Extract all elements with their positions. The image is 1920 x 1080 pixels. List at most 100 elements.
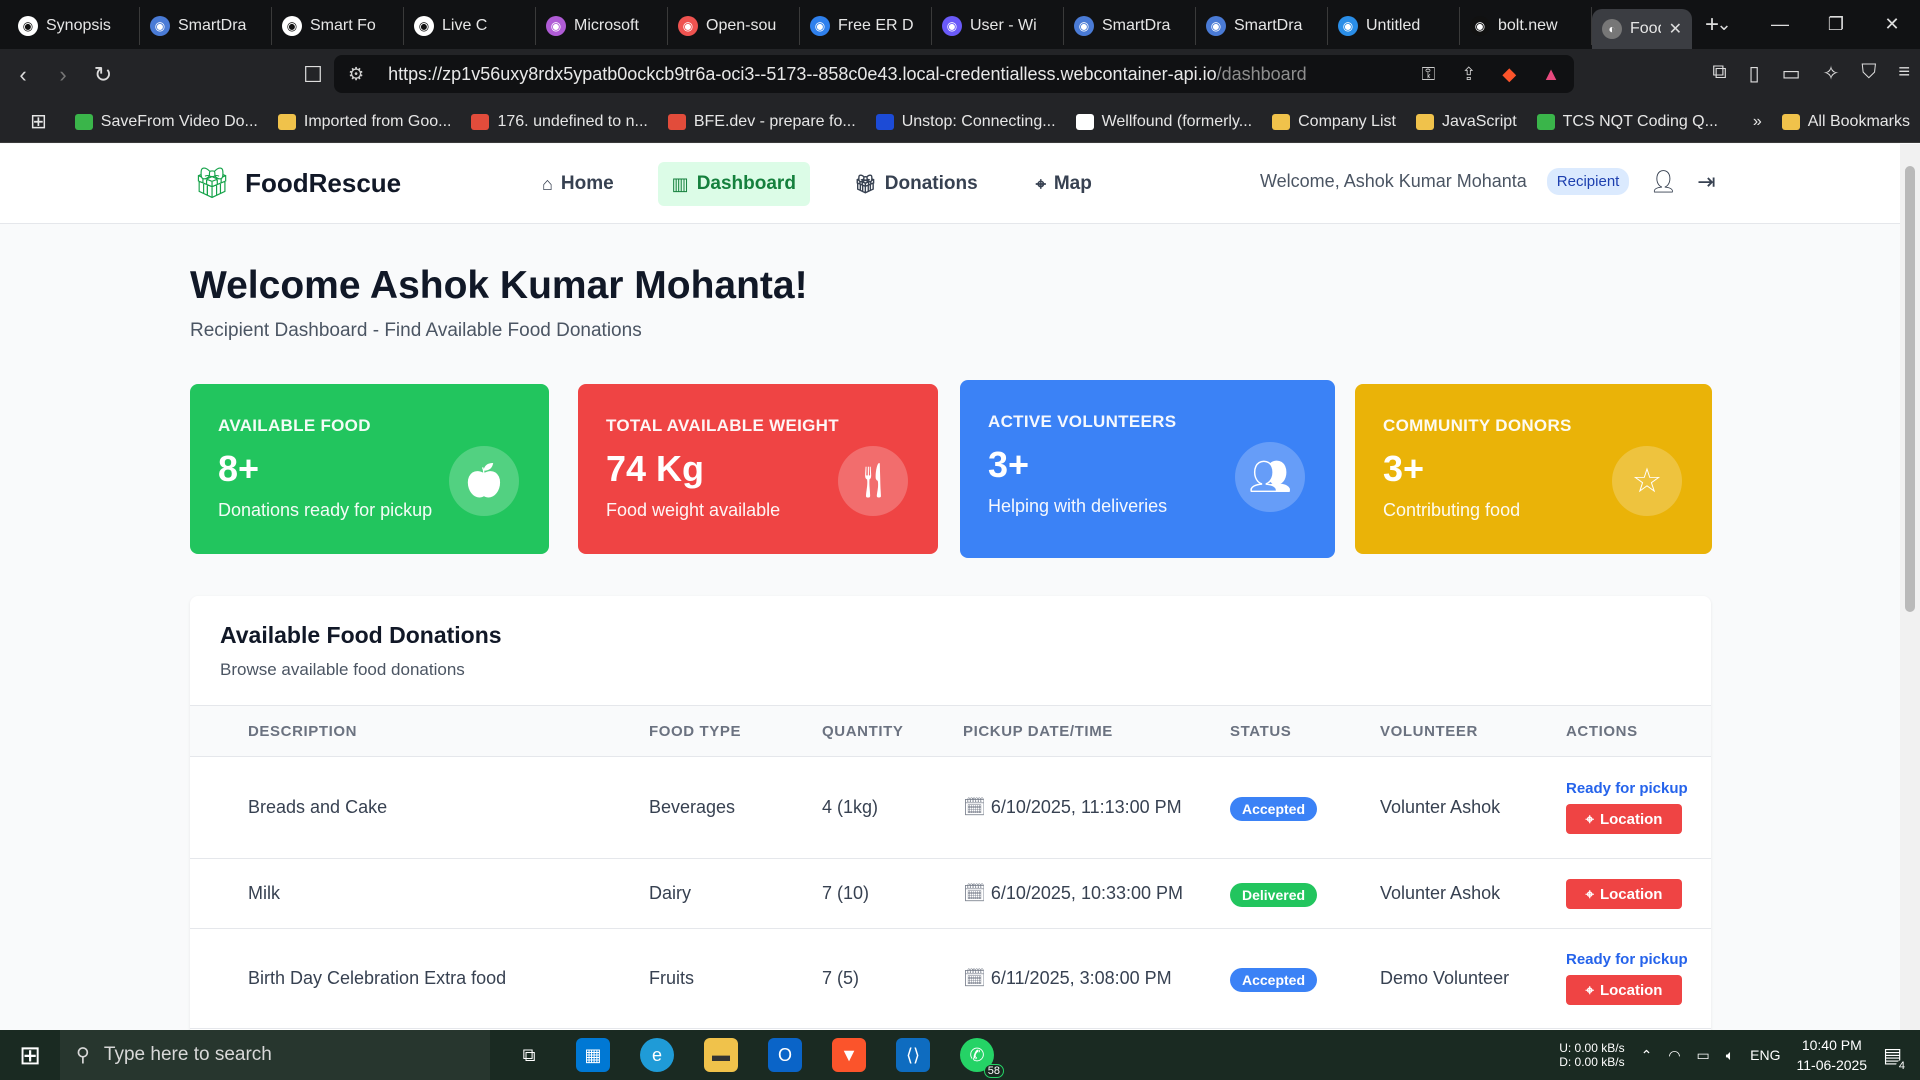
bookmark-item[interactable]: JavaScript xyxy=(1406,113,1527,131)
nav-map[interactable]: ⌖ Map xyxy=(1022,162,1106,206)
volume-icon[interactable]: 🔈︎ xyxy=(1726,1047,1734,1064)
table-header: DESCRIPTION FOOD TYPE QUANTITY PICKUP DATE/… xyxy=(190,705,1711,757)
browser-tab[interactable]: ◉ Untitled xyxy=(1328,6,1460,45)
bookmark-item[interactable]: Wellfound (formerly... xyxy=(1066,113,1263,131)
edge-icon[interactable]: e xyxy=(640,1038,674,1072)
nav-donations[interactable]: 🎁︎ Donations xyxy=(840,162,992,206)
browser-tab[interactable]: ◉ bolt.new xyxy=(1460,6,1592,45)
tab-active[interactable]: ◐ Food ✕ xyxy=(1592,9,1692,49)
bookmark-item[interactable]: 176. undefined to n... xyxy=(461,113,657,131)
location-button[interactable]: ⌖ Location xyxy=(1566,879,1682,909)
whatsapp-icon[interactable]: ✆ 58 xyxy=(960,1038,1004,1078)
donations-subtitle: Browse available food donations xyxy=(220,660,465,679)
share-icon[interactable]: ⇪ xyxy=(1461,64,1476,85)
key-icon[interactable]: ⚿ xyxy=(1422,64,1436,85)
bookmark-favicon-icon xyxy=(74,113,93,130)
search-placeholder: Type here to search xyxy=(103,1044,272,1065)
restore-button[interactable]: ❐ xyxy=(1808,14,1864,35)
stat-label: ACTIVE VOLUNTEERS xyxy=(988,412,1177,431)
taskbar-search[interactable]: ⚲ Type here to search xyxy=(60,1030,490,1080)
apps-icon[interactable]: ⊞ xyxy=(20,109,65,134)
vpn-icon[interactable]: ⛉ xyxy=(1861,61,1876,86)
browser-tab[interactable]: ◉ Microsoft xyxy=(536,6,668,45)
nav-home[interactable]: ⌂ Home xyxy=(528,162,628,206)
language-indicator[interactable]: ENG xyxy=(1750,1047,1780,1063)
browser-tab-bar: ◉ Synopsis ◉ SmartDra ◉ Smart Fo ◉ Live C ◉ Micro… xyxy=(0,0,1920,49)
user-icon[interactable]: 👤︎ xyxy=(1649,169,1677,195)
table-row: Birth Day Celebration Extra food Fruits 7 … xyxy=(190,929,1711,1029)
bookmark-label: Company List xyxy=(1298,112,1396,130)
bolt-icon: ◉ xyxy=(1470,15,1490,36)
scrollbar-thumb[interactable] xyxy=(1905,166,1915,612)
back-button[interactable]: ‹ xyxy=(6,62,40,88)
site-info-icon[interactable]: ⚙ xyxy=(348,64,364,85)
menu-icon[interactable]: ≡ xyxy=(1898,61,1910,86)
logout-icon[interactable]: ⇥ xyxy=(1697,169,1715,195)
sidebar-icon[interactable]: ▯ xyxy=(1749,61,1760,86)
minimize-button[interactable]: — xyxy=(1752,14,1808,35)
address-bar[interactable]: ⚙ https://zp1v56uxy8rdx5ypatb0ockcb9tr6a… xyxy=(334,55,1574,93)
chevron-up-icon[interactable]: ⌃ xyxy=(1641,1047,1653,1064)
wifi-icon[interactable]: ◠ xyxy=(1668,1047,1680,1064)
location-button[interactable]: ⌖ Location xyxy=(1566,804,1682,834)
all-bookmarks[interactable]: All Bookmarks xyxy=(1772,113,1920,131)
browser-tab[interactable]: ◉ SmartDra xyxy=(1064,6,1196,45)
browser-tab[interactable]: ◉ Live C xyxy=(404,6,536,45)
bookmark-item[interactable]: Company List xyxy=(1262,113,1406,131)
star-icon: ☆ xyxy=(1612,446,1682,516)
battery-icon[interactable]: ▭ xyxy=(1697,1047,1710,1064)
browser-tab[interactable]: ◉ Open-sou xyxy=(668,6,800,45)
browser-tab[interactable]: ◉ Smart Fo xyxy=(272,6,404,45)
folder-icon xyxy=(1781,113,1800,130)
leo-icon[interactable]: ✧ xyxy=(1823,61,1840,86)
gift-icon: 🎁︎ xyxy=(853,173,877,194)
location-label: Location xyxy=(1599,981,1663,999)
bookmark-item[interactable]: Unstop: Connecting... xyxy=(866,113,1066,131)
tab-title: SmartDra xyxy=(178,16,247,34)
vscode-icon[interactable]: ⟨⟩ xyxy=(896,1038,930,1072)
outlook-icon[interactable]: O xyxy=(768,1038,802,1072)
brave-rewards-icon[interactable]: ▲ xyxy=(1542,64,1560,85)
home-icon: ⌂ xyxy=(542,173,553,194)
location-button[interactable]: ⌖ Location xyxy=(1566,975,1682,1005)
chrome-icon: ◉ xyxy=(678,15,698,36)
browser-tab[interactable]: ◉ Synopsis xyxy=(8,6,140,45)
store-icon[interactable]: ▦ xyxy=(576,1038,610,1072)
browser-tab[interactable]: ◉ Free ER D xyxy=(800,6,932,45)
task-view-icon[interactable]: ⧉ xyxy=(512,1038,546,1072)
forward-button[interactable]: › xyxy=(46,62,80,88)
browser-tab[interactable]: ◉ User - Wi xyxy=(932,6,1064,45)
bookmark-item[interactable]: Imported from Goo... xyxy=(268,113,462,131)
browser-tab[interactable]: ◉ SmartDra xyxy=(1196,6,1328,45)
wallet-icon[interactable]: ▭ xyxy=(1782,61,1801,86)
cell-quantity: 7 (10) xyxy=(822,883,870,903)
column-header: DESCRIPTION xyxy=(248,723,358,740)
reload-button[interactable]: ↻ xyxy=(86,62,120,88)
file-explorer-icon[interactable]: ▬ xyxy=(704,1038,738,1072)
brave-icon[interactable]: ▼ xyxy=(832,1038,866,1072)
browser-tab[interactable]: ◉ SmartDra xyxy=(140,6,272,45)
close-tab-icon[interactable]: ✕ xyxy=(1669,19,1682,39)
page-scrollbar[interactable] xyxy=(1900,144,1920,1030)
cell-quantity: 4 (1kg) xyxy=(822,797,879,817)
bookmark-icon[interactable]: ☐ xyxy=(296,62,330,88)
cell-description: Breads and Cake xyxy=(248,797,388,817)
extensions-icon[interactable]: ⧉ xyxy=(1712,61,1726,86)
windows-start-icon[interactable]: ⊞ xyxy=(0,1040,60,1071)
brand[interactable]: 🎁︎ FoodRescue xyxy=(193,166,401,201)
bookmark-favicon-icon xyxy=(1415,113,1434,130)
clock[interactable]: 10:40 PM 11-06-2025 xyxy=(1797,1035,1868,1075)
bookmark-item[interactable]: TCS NQT Coding Q... xyxy=(1527,113,1728,131)
close-window-button[interactable]: ✕ xyxy=(1864,14,1920,35)
ready-for-pickup-link[interactable]: Ready for pickup xyxy=(1566,780,1688,797)
map-pin-icon: ⌖ xyxy=(1585,885,1594,903)
page-subtitle: Recipient Dashboard - Find Available Foo… xyxy=(190,320,642,341)
more-bookmarks-icon[interactable]: » xyxy=(1743,113,1772,131)
brave-shield-icon[interactable]: ◆ xyxy=(1502,64,1516,85)
nav-dashboard[interactable]: ▥ Dashboard xyxy=(657,162,810,206)
bookmark-item[interactable]: SaveFrom Video Do... xyxy=(65,113,268,131)
tab-search-icon[interactable]: ⌄ xyxy=(1696,14,1752,35)
bookmark-item[interactable]: BFE.dev - prepare fo... xyxy=(658,113,866,131)
ready-for-pickup-link[interactable]: Ready for pickup xyxy=(1566,951,1688,968)
notifications-icon[interactable]: ▤ 4 xyxy=(1883,1043,1908,1072)
